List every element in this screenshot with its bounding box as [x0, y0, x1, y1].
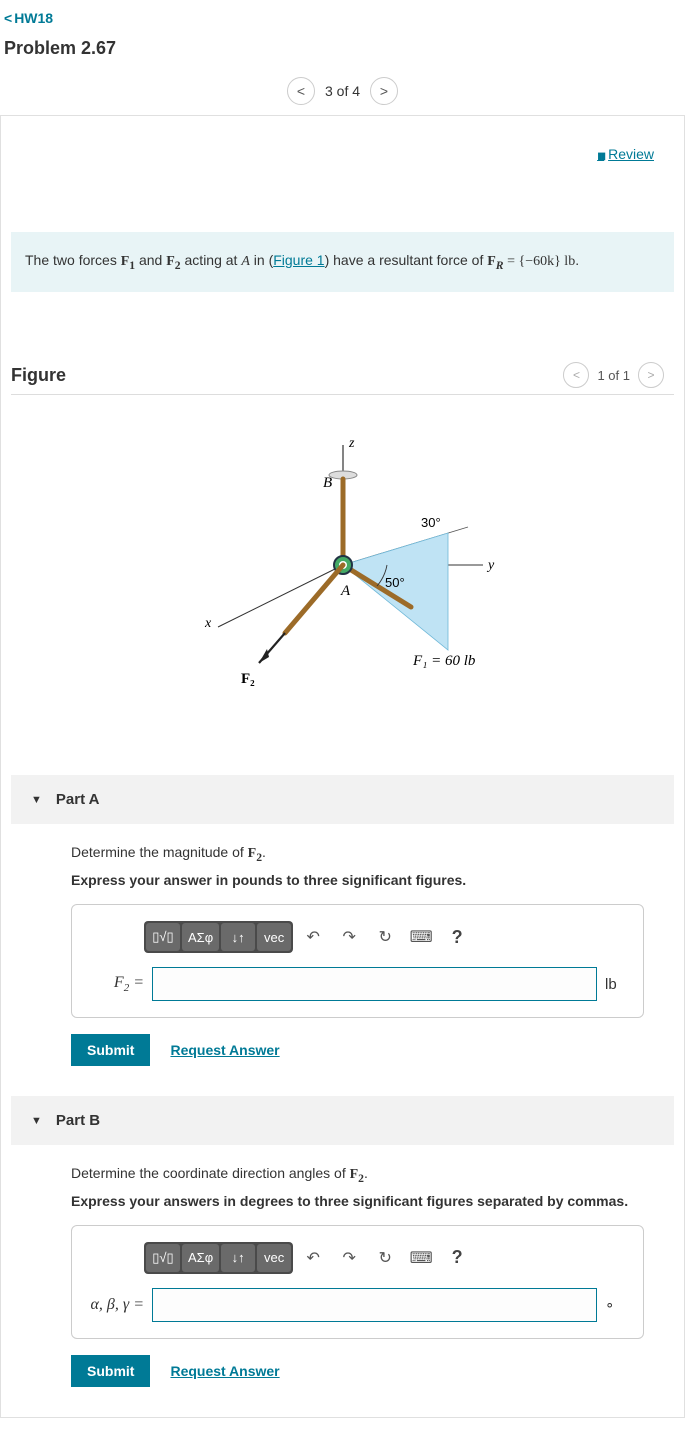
svg-text:A: A	[340, 583, 351, 599]
content-frame: Review The two forces F1 and F2 acting a…	[0, 115, 685, 1418]
reset-button[interactable]: ↻	[369, 923, 401, 951]
undo-button[interactable]: ↶	[297, 1244, 329, 1272]
redo-button[interactable]: ↷	[333, 1244, 365, 1272]
part-b-var-label: α, β, γ =	[86, 1296, 144, 1314]
help-button[interactable]: ?	[441, 1244, 473, 1272]
part-a-title: Part A	[56, 791, 100, 808]
equation-toolbar: ▯√▯ ΑΣφ ↓↑ vec ↶ ↷ ↻ ⌨ ?	[144, 1242, 629, 1274]
templates-button[interactable]: ▯√▯	[146, 923, 180, 951]
part-a-header[interactable]: ▼ Part A	[11, 775, 674, 824]
part-b-header[interactable]: ▼ Part B	[11, 1096, 674, 1145]
part-a-instruction: Express your answer in pounds to three s…	[71, 872, 644, 888]
svg-text:50°: 50°	[385, 575, 405, 590]
figure-area: z B y x 30° 50° F₁ = 60 lb	[1, 395, 684, 775]
part-a-request-answer-link[interactable]: Request Answer	[170, 1042, 279, 1058]
back-label: HW18	[14, 10, 53, 26]
part-a-body: Determine the magnitude of F2. Express y…	[11, 824, 674, 1096]
problem-title: Problem 2.67	[0, 30, 685, 71]
svg-text:B: B	[323, 475, 332, 491]
part-b-unit: ∘	[605, 1296, 629, 1314]
part-b-answer-box: ▯√▯ ΑΣφ ↓↑ vec ↶ ↷ ↻ ⌨ ? α, β, γ = ∘	[71, 1225, 644, 1339]
part-b-body: Determine the coordinate direction angle…	[11, 1145, 674, 1417]
pager-next-button[interactable]: >	[370, 77, 398, 105]
caret-down-icon: ▼	[31, 1115, 42, 1127]
figure-next-button[interactable]: >	[638, 362, 664, 388]
templates-button[interactable]: ▯√▯	[146, 1244, 180, 1272]
part-b-question: Determine the coordinate direction angle…	[71, 1165, 644, 1185]
reset-button[interactable]: ↻	[369, 1244, 401, 1272]
svg-text:y: y	[486, 558, 495, 573]
part-b-instruction: Express your answers in degrees to three…	[71, 1193, 644, 1209]
figure-link[interactable]: Figure 1	[273, 252, 324, 268]
figure-diagram: z B y x 30° 50° F₁ = 60 lb	[163, 415, 523, 735]
equation-toolbar: ▯√▯ ΑΣφ ↓↑ vec ↶ ↷ ↻ ⌨ ?	[144, 921, 629, 953]
svg-text:x: x	[204, 616, 212, 631]
part-b-submit-button[interactable]: Submit	[71, 1355, 150, 1387]
part-b-answer-input[interactable]	[152, 1288, 597, 1322]
review-link[interactable]: Review	[597, 146, 654, 162]
pager-text: 3 of 4	[325, 83, 360, 99]
part-a-unit: lb	[605, 976, 629, 993]
help-button[interactable]: ?	[441, 923, 473, 951]
svg-text:z: z	[348, 436, 355, 451]
part-a-question: Determine the magnitude of F2.	[71, 844, 644, 864]
caret-down-icon: ▼	[31, 794, 42, 806]
back-link[interactable]: <HW18	[0, 0, 685, 30]
keyboard-button[interactable]: ⌨	[405, 923, 437, 951]
svg-text:30°: 30°	[421, 515, 441, 530]
vec-button[interactable]: vec	[257, 1244, 291, 1272]
part-a-submit-button[interactable]: Submit	[71, 1034, 150, 1066]
part-b-title: Part B	[56, 1112, 100, 1129]
undo-button[interactable]: ↶	[297, 923, 329, 951]
figure-prev-button[interactable]: <	[563, 362, 589, 388]
svg-text:F₁ = 60 lb: F₁ = 60 lb	[412, 653, 476, 669]
part-a-answer-box: ▯√▯ ΑΣφ ↓↑ vec ↶ ↷ ↻ ⌨ ? F2 = lb	[71, 904, 644, 1018]
svg-text:F₂: F₂	[241, 671, 255, 687]
part-a-var-label: F2 =	[86, 974, 144, 994]
part-a-answer-input[interactable]	[152, 967, 597, 1001]
part-b-request-answer-link[interactable]: Request Answer	[170, 1363, 279, 1379]
figure-title: Figure	[11, 365, 66, 386]
redo-button[interactable]: ↷	[333, 923, 365, 951]
pager-prev-button[interactable]: <	[287, 77, 315, 105]
vec-button[interactable]: vec	[257, 923, 291, 951]
keyboard-button[interactable]: ⌨	[405, 1244, 437, 1272]
subsup-button[interactable]: ↓↑	[221, 923, 255, 951]
chevron-left-icon: <	[4, 10, 12, 26]
subsup-button[interactable]: ↓↑	[221, 1244, 255, 1272]
book-icon	[597, 146, 604, 162]
problem-pager: < 3 of 4 >	[0, 71, 685, 115]
greek-button[interactable]: ΑΣφ	[182, 1244, 219, 1272]
figure-pager: < 1 of 1 >	[563, 362, 664, 388]
figure-pager-text: 1 of 1	[597, 368, 630, 383]
problem-statement: The two forces F1 and F2 acting at A in …	[11, 232, 674, 292]
review-label: Review	[608, 146, 654, 162]
greek-button[interactable]: ΑΣφ	[182, 923, 219, 951]
